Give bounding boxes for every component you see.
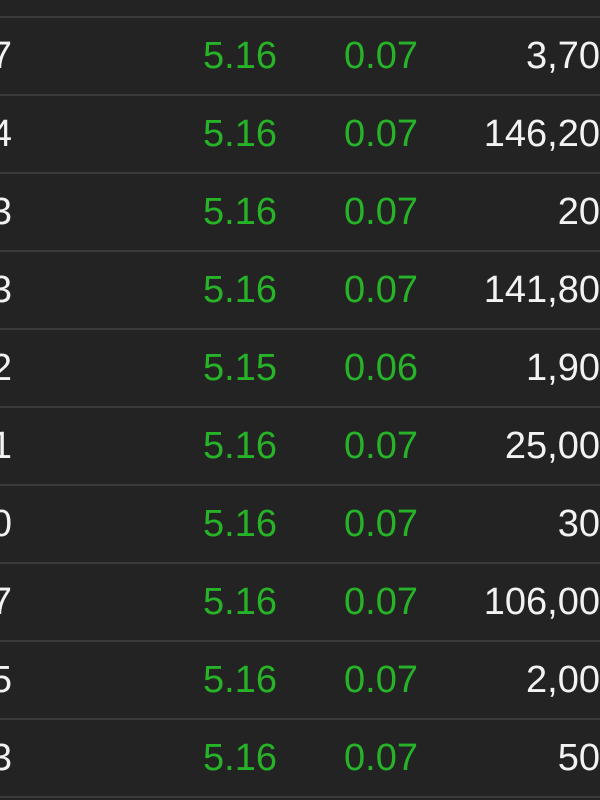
trade-price: 5.16 (203, 191, 277, 233)
trade-volume-cell: 3,70 (482, 18, 600, 94)
trade-row[interactable]: 0 5.16 0.07 30 (0, 486, 600, 564)
trade-price: 5.16 (203, 35, 277, 77)
trade-volume-cell: 1,90 (482, 330, 600, 406)
trade-volume: 30 (557, 503, 600, 545)
trade-row[interactable]: 1 5.16 0.07 25,00 (0, 408, 600, 486)
trade-price: 5.16 (203, 269, 277, 311)
trade-volume: 146,20 (483, 113, 600, 155)
trade-price: 5.16 (203, 659, 277, 701)
trade-time: 0 (0, 503, 12, 545)
trade-price: 5.16 (203, 581, 277, 623)
trade-time: 1 (0, 425, 12, 467)
trade-row[interactable]: 7 5.16 0.07 3,70 (0, 18, 600, 96)
trade-time: 3 (0, 191, 12, 233)
trade-time: 3 (0, 737, 12, 779)
trade-change: 0.06 (344, 347, 418, 389)
trade-volume: 2,00 (526, 659, 600, 701)
trade-volume: 106,00 (483, 581, 600, 623)
trade-row[interactable]: 7 5.16 0.07 106,00 (0, 564, 600, 642)
trade-change: 0.07 (344, 113, 418, 155)
trade-row[interactable]: 3 5.16 0.07 20 (0, 174, 600, 252)
trade-row[interactable]: 4 5.16 0.07 146,20 (0, 96, 600, 174)
trade-price: 5.16 (203, 113, 277, 155)
trade-row[interactable]: 3 5.16 0.07 141,80 (0, 252, 600, 330)
trade-row[interactable]: 3 5.16 0.07 50 (0, 720, 600, 798)
trade-change: 0.07 (344, 269, 418, 311)
trade-time: 4 (0, 113, 12, 155)
trade-price: 5.16 (203, 503, 277, 545)
trade-price: 5.15 (203, 347, 277, 389)
trade-volume-cell: 146,20 (482, 96, 600, 172)
trade-volume: 20 (557, 191, 600, 233)
trade-volume-cell: 25,00 (482, 408, 600, 484)
trade-volume: 25,00 (504, 425, 600, 467)
trade-volume-cell: 141,80 (482, 252, 600, 328)
trade-change: 0.07 (344, 659, 418, 701)
trade-change: 0.07 (344, 35, 418, 77)
trade-change: 0.07 (344, 425, 418, 467)
trade-price: 5.16 (203, 737, 277, 779)
trade-volume-cell: 106,00 (482, 564, 600, 640)
trade-change: 0.07 (344, 503, 418, 545)
trade-volume-cell: 20 (482, 174, 600, 250)
trade-price: 5.16 (203, 425, 277, 467)
trade-time: 2 (0, 347, 12, 389)
trade-time: 7 (0, 581, 12, 623)
trade-time: 7 (0, 35, 12, 77)
trade-list: 7 5.16 0.07 3,70 4 5.16 0.07 146,20 3 5.… (0, 0, 600, 800)
trade-volume: 141,80 (483, 269, 600, 311)
trade-volume-cell: 2,00 (482, 642, 600, 718)
trade-volume-cell: 30 (482, 486, 600, 562)
trade-change: 0.07 (344, 737, 418, 779)
trade-change: 0.07 (344, 581, 418, 623)
trade-row[interactable]: 5 5.16 0.07 2,00 (0, 642, 600, 720)
trade-volume: 1,90 (526, 347, 600, 389)
trade-change: 0.07 (344, 191, 418, 233)
trade-row[interactable]: 2 5.15 0.06 1,90 (0, 330, 600, 408)
trade-time: 3 (0, 269, 12, 311)
trade-volume: 3,70 (526, 35, 600, 77)
trade-volume: 50 (557, 737, 600, 779)
trade-time: 5 (0, 659, 12, 701)
trade-volume-cell: 50 (482, 720, 600, 796)
